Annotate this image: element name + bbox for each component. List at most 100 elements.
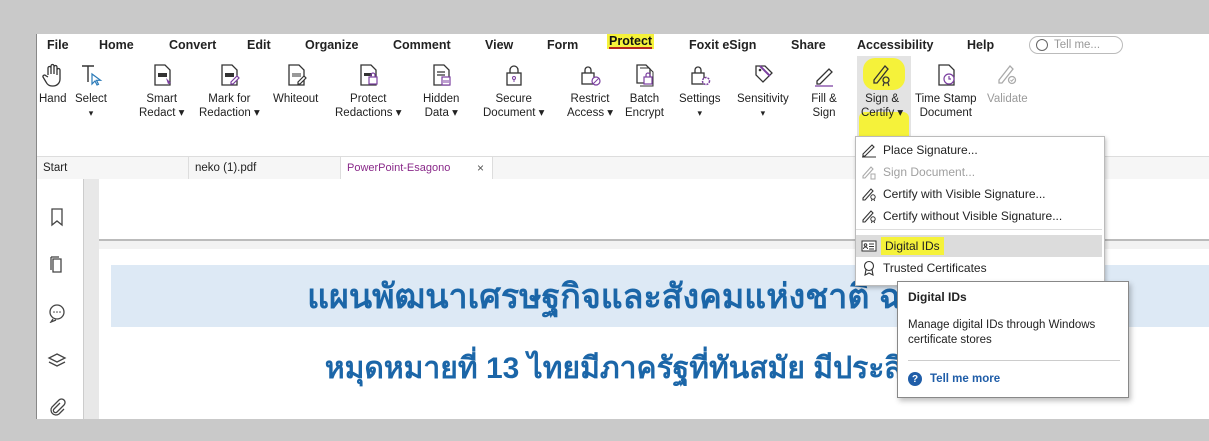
- menu-bar: File Home Convert Edit Organize Comment …: [37, 34, 1209, 56]
- whiteout-label: Whiteout: [273, 93, 319, 105]
- protect-redactions-label-1: Protect: [350, 93, 387, 105]
- settings-lock-icon: [691, 66, 711, 86]
- security-settings-button[interactable]: Settings ▾: [679, 62, 721, 120]
- certify-invisible-label: Certify without Visible Signature...: [883, 209, 1063, 223]
- menu-item-trusted-certificates[interactable]: Trusted Certificates: [856, 257, 1102, 279]
- menu-item-certify-invisible[interactable]: Certify without Visible Signature...: [856, 205, 1102, 227]
- menu-comment[interactable]: Comment: [393, 38, 451, 52]
- fill-sign-label-1: Fill &: [811, 93, 837, 105]
- menu-home[interactable]: Home: [99, 38, 134, 52]
- certify-visible-label: Certify with Visible Signature...: [883, 187, 1046, 201]
- certify-visible-icon: [862, 188, 876, 202]
- menu-view[interactable]: View: [485, 38, 513, 52]
- whiteout-button[interactable]: Whiteout: [273, 62, 318, 106]
- hidden-data-label-1: Hidden: [423, 93, 460, 105]
- tab-neko-pdf[interactable]: neko (1).pdf: [189, 157, 341, 179]
- hidden-data-button[interactable]: Hidden Data ▾: [423, 62, 459, 120]
- tell-me-more-label: Tell me more: [930, 373, 1001, 385]
- fill-and-sign-button[interactable]: Fill & Sign: [811, 62, 837, 120]
- menu-share[interactable]: Share: [791, 38, 826, 52]
- sign-document-icon: [862, 166, 876, 180]
- help-question-icon: ?: [908, 372, 922, 386]
- bookmark-icon[interactable]: [47, 207, 67, 227]
- menu-organize[interactable]: Organize: [305, 38, 359, 52]
- secure-document-label-2: Document ▾: [483, 107, 545, 119]
- menu-edit[interactable]: Edit: [247, 38, 271, 52]
- menu-foxit-esign[interactable]: Foxit eSign: [689, 38, 756, 52]
- sensitivity-dropdown-arrow: ▾: [760, 108, 766, 118]
- hidden-data-icon: [433, 64, 451, 86]
- search-icon: [1036, 39, 1048, 51]
- select-label: Select: [75, 93, 107, 105]
- timestamp-icon: [938, 64, 955, 86]
- mark-redaction-label-1: Mark for: [208, 93, 251, 105]
- certify-invisible-icon: [862, 210, 876, 224]
- menu-item-place-signature[interactable]: Place Signature...: [856, 139, 1102, 161]
- panel-splitter[interactable]: [83, 179, 100, 419]
- tab-powerpoint-label: PowerPoint-Esagono: [347, 162, 451, 174]
- menu-separator: [856, 229, 1102, 230]
- tooltip-description: Manage digital IDs through Windows certi…: [908, 319, 1096, 346]
- menu-item-certify-visible[interactable]: Certify with Visible Signature...: [856, 183, 1102, 205]
- hidden-data-label-2: Data ▾: [424, 107, 458, 119]
- validate-button[interactable]: Validate: [987, 62, 1028, 106]
- menu-protect[interactable]: Protect: [603, 34, 658, 50]
- settings-dropdown-arrow: ▾: [697, 108, 703, 118]
- pages-icon[interactable]: [47, 255, 67, 275]
- attachment-icon[interactable]: [47, 397, 67, 417]
- menu-convert[interactable]: Convert: [169, 38, 216, 52]
- smart-redact-button[interactable]: Smart Redact ▾: [139, 62, 184, 120]
- smart-redact-label-2: Redact ▾: [139, 107, 185, 119]
- certificate-ribbon-icon: [863, 260, 875, 276]
- secure-document-button[interactable]: Secure Document ▾: [483, 62, 544, 120]
- tell-me-placeholder: Tell me...: [1054, 39, 1101, 51]
- sign-certify-icon: [873, 65, 890, 87]
- menu-file[interactable]: File: [47, 38, 69, 52]
- lock-icon: [506, 65, 522, 86]
- layers-icon[interactable]: [47, 351, 67, 371]
- menu-item-sign-document[interactable]: Sign Document...: [856, 161, 1102, 183]
- select-text-icon: [81, 65, 103, 86]
- sensitivity-icon: [755, 65, 773, 83]
- restrict-access-label-2: Access ▾: [567, 107, 614, 119]
- menu-accessibility[interactable]: Accessibility: [857, 38, 933, 52]
- mark-redaction-label-2: Redaction ▾: [199, 107, 260, 119]
- menu-item-digital-ids[interactable]: Digital IDs: [856, 235, 1102, 257]
- tab-powerpoint-esagono[interactable]: PowerPoint-Esagono ×: [341, 157, 493, 179]
- sensitivity-label: Sensitivity: [737, 93, 789, 105]
- menu-form[interactable]: Form: [547, 38, 578, 52]
- tooltip-title: Digital IDs: [908, 290, 967, 304]
- menu-help[interactable]: Help: [967, 38, 994, 52]
- sign-and-certify-button[interactable]: Sign & Certify ▾: [861, 62, 903, 120]
- digital-id-card-icon: [861, 240, 877, 252]
- fill-sign-label-2: Sign: [812, 107, 836, 119]
- select-tool-button[interactable]: Select ▾: [75, 62, 107, 120]
- protect-redactions-button[interactable]: Protect Redactions ▾: [335, 62, 402, 120]
- trusted-certificates-label: Trusted Certificates: [883, 261, 987, 275]
- ribbon: Hand Select ▾ Smart Redact ▾ Mark for Re…: [37, 56, 1209, 144]
- time-stamp-document-button[interactable]: Time Stamp Document: [915, 62, 977, 120]
- comment-icon[interactable]: [47, 303, 67, 323]
- smart-redact-icon: [154, 64, 171, 86]
- sensitivity-button[interactable]: Sensitivity ▾: [737, 62, 789, 120]
- hand-label: Hand: [39, 93, 67, 105]
- digital-ids-tooltip: Digital IDs Manage digital IDs through W…: [897, 281, 1129, 398]
- tooltip-separator: [908, 360, 1120, 361]
- protect-highlight: Protect: [607, 34, 655, 49]
- digital-ids-label: Digital IDs: [881, 237, 944, 255]
- tell-me-more-link[interactable]: ? Tell me more: [908, 372, 1000, 386]
- hand-tool-button[interactable]: Hand: [39, 62, 67, 106]
- restrict-access-button[interactable]: Restrict Access ▾: [567, 62, 613, 120]
- restrict-lock-icon: [581, 66, 601, 86]
- batch-encrypt-button[interactable]: Batch Encrypt: [625, 62, 664, 120]
- place-signature-label: Place Signature...: [883, 143, 978, 157]
- time-stamp-label-1: Time Stamp: [915, 93, 977, 105]
- tell-me-search[interactable]: Tell me...: [1029, 36, 1123, 54]
- restrict-access-label-1: Restrict: [570, 93, 610, 105]
- mark-for-redaction-button[interactable]: Mark for Redaction ▾: [199, 62, 260, 120]
- close-tab-icon[interactable]: ×: [477, 161, 484, 175]
- settings-label: Settings: [679, 93, 721, 105]
- whiteout-icon: [288, 64, 307, 86]
- tab-start[interactable]: Start: [37, 157, 189, 179]
- batch-encrypt-icon: [635, 64, 653, 87]
